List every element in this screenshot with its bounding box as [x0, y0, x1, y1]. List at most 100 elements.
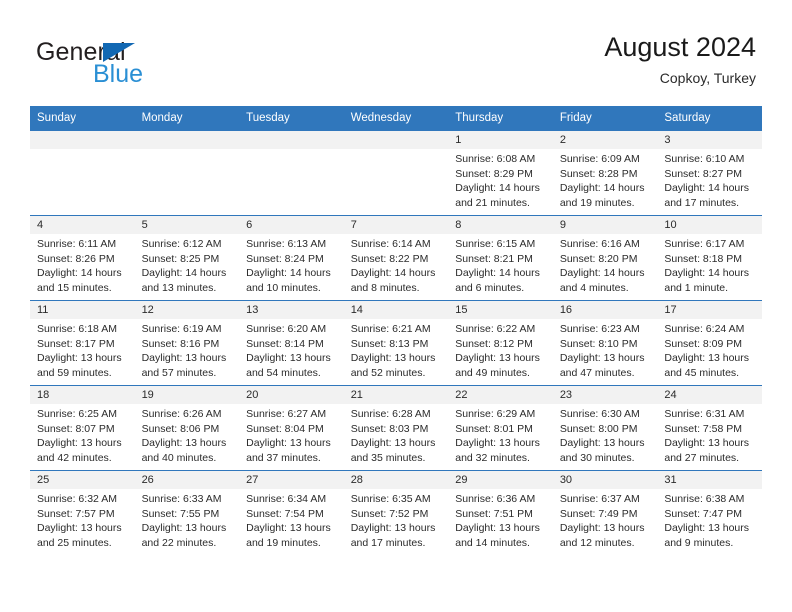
daylight-text-line2: and 32 minutes.: [455, 451, 530, 464]
calendar-day-cell[interactable]: 9 Sunrise: 6:16 AM Sunset: 8:20 PM Daylight…: [552, 215, 658, 301]
daylight-text-line2: and 40 minutes.: [141, 451, 217, 464]
calendar-day-cell[interactable]: 16 Sunrise: 6:23 AM Sunset: 8:10 PM Dayligh…: [552, 300, 658, 386]
calendar-day-cell[interactable]: 4 Sunrise: 6:11 AM Sunset: 8:26 PM Daylight…: [30, 215, 135, 301]
daylight-text-line2: and 25 minutes.: [37, 536, 112, 549]
calendar-week-row: 1 Sunrise: 6:08 AM Sunset: 8:29 PM Daylight…: [30, 131, 762, 216]
sunset-text: Sunset: 7:47 PM: [664, 507, 743, 520]
sunset-text: Sunset: 8:07 PM: [37, 422, 115, 435]
day-details: Sunrise: 6:35 AM Sunset: 7:52 PM Daylight:…: [344, 489, 449, 550]
day-details: Sunrise: 6:09 AM Sunset: 8:28 PM Daylight:…: [553, 149, 658, 210]
day-details: Sunrise: 6:30 AM Sunset: 8:00 PM Daylight:…: [553, 404, 658, 465]
day-number: 10: [657, 216, 762, 234]
day-number: 30: [552, 471, 658, 489]
weekday-header-wednesday: Wednesday: [343, 106, 449, 131]
calendar-day-cell[interactable]: 10 Sunrise: 6:17 AM Sunset: 8:18 PM Dayligh…: [657, 215, 762, 301]
calendar-table: Sunday Monday Tuesday Wednesday Thursday…: [30, 106, 762, 555]
calendar-day-cell[interactable]: 25 Sunrise: 6:32 AM Sunset: 7:57 PM Dayligh…: [30, 470, 135, 555]
day-details: Sunrise: 6:29 AM Sunset: 8:01 PM Daylight:…: [448, 404, 553, 465]
daylight-text-line1: Daylight: 13 hours: [350, 352, 436, 365]
sunrise-text: Sunrise: 6:28 AM: [350, 408, 431, 420]
calendar-day-cell[interactable]: 22 Sunrise: 6:29 AM Sunset: 8:01 PM Dayligh…: [448, 385, 553, 471]
day-number: 29: [448, 471, 553, 489]
calendar-day-cell[interactable]: 30 Sunrise: 6:37 AM Sunset: 7:49 PM Dayligh…: [552, 470, 658, 555]
calendar-day-cell[interactable]: 17 Sunrise: 6:24 AM Sunset: 8:09 PM Dayligh…: [657, 300, 762, 386]
logo-text-blue: Blue: [93, 60, 144, 88]
calendar-day-cell[interactable]: 27 Sunrise: 6:34 AM Sunset: 7:54 PM Dayligh…: [239, 470, 344, 555]
sunset-text: Sunset: 8:25 PM: [141, 252, 220, 265]
sunset-text: Sunset: 8:28 PM: [559, 167, 638, 180]
calendar-day-cell[interactable]: 11 Sunrise: 6:18 AM Sunset: 8:17 PM Dayligh…: [30, 300, 135, 386]
day-number: 24: [657, 386, 762, 404]
calendar-day-cell[interactable]: 26 Sunrise: 6:33 AM Sunset: 7:55 PM Dayligh…: [134, 470, 240, 555]
daylight-text-line2: and 19 minutes.: [559, 196, 635, 209]
sunrise-text: Sunrise: 6:09 AM: [559, 153, 640, 165]
page-title: August 2024: [604, 32, 756, 62]
sunrise-text: Sunrise: 6:38 AM: [664, 493, 745, 505]
calendar-header-row: Sunday Monday Tuesday Wednesday Thursday…: [30, 106, 762, 131]
calendar-day-cell[interactable]: 28 Sunrise: 6:35 AM Sunset: 7:52 PM Dayligh…: [343, 470, 449, 555]
sunrise-text: Sunrise: 6:33 AM: [141, 493, 222, 505]
calendar-day-cell[interactable]: 1 Sunrise: 6:08 AM Sunset: 8:29 PM Daylight…: [448, 131, 553, 216]
sunrise-text: Sunrise: 6:22 AM: [455, 323, 536, 335]
sunset-text: Sunset: 8:16 PM: [141, 337, 220, 350]
calendar-day-cell[interactable]: 23 Sunrise: 6:30 AM Sunset: 8:00 PM Dayligh…: [552, 385, 658, 471]
calendar-day-cell[interactable]: 31 Sunrise: 6:38 AM Sunset: 7:47 PM Dayligh…: [657, 470, 762, 555]
sunset-text: Sunset: 8:24 PM: [246, 252, 324, 265]
daylight-text-line2: and 12 minutes.: [559, 536, 635, 549]
day-number: [343, 131, 449, 149]
sunrise-text: Sunrise: 6:12 AM: [141, 238, 222, 250]
calendar-day-cell[interactable]: 13 Sunrise: 6:20 AM Sunset: 8:14 PM Dayligh…: [239, 300, 344, 386]
sunset-text: Sunset: 8:18 PM: [664, 252, 743, 265]
calendar-day-cell[interactable]: 7 Sunrise: 6:14 AM Sunset: 8:22 PM Daylight…: [343, 215, 449, 301]
sunrise-text: Sunrise: 6:14 AM: [350, 238, 431, 250]
calendar-day-cell[interactable]: 14 Sunrise: 6:21 AM Sunset: 8:13 PM Dayligh…: [343, 300, 449, 386]
weekday-header-sunday: Sunday: [30, 106, 135, 131]
daylight-text-line1: Daylight: 14 hours: [664, 182, 750, 195]
sunset-text: Sunset: 8:01 PM: [455, 422, 533, 435]
page-subtitle: Copkoy, Turkey: [659, 70, 756, 86]
sunset-text: Sunset: 7:55 PM: [141, 507, 220, 520]
sunrise-text: Sunrise: 6:19 AM: [141, 323, 222, 335]
sunrise-text: Sunrise: 6:32 AM: [37, 493, 117, 505]
daylight-text-line1: Daylight: 13 hours: [350, 437, 436, 450]
sunrise-text: Sunrise: 6:24 AM: [664, 323, 745, 335]
calendar-page: General Blue August 2024 Copkoy, Turkey …: [0, 0, 792, 612]
daylight-text-line1: Daylight: 13 hours: [455, 352, 540, 365]
calendar-day-cell[interactable]: 21 Sunrise: 6:28 AM Sunset: 8:03 PM Dayligh…: [343, 385, 449, 471]
calendar-day-cell[interactable]: 29 Sunrise: 6:36 AM Sunset: 7:51 PM Dayligh…: [448, 470, 553, 555]
daylight-text-line2: and 22 minutes.: [141, 536, 217, 549]
daylight-text-line2: and 45 minutes.: [664, 366, 740, 379]
daylight-text-line2: and 54 minutes.: [246, 366, 321, 379]
day-details: Sunrise: 6:16 AM Sunset: 8:20 PM Daylight:…: [553, 234, 658, 295]
daylight-text-line2: and 8 minutes.: [350, 281, 420, 294]
day-number: 27: [239, 471, 344, 489]
calendar-day-cell[interactable]: 6 Sunrise: 6:13 AM Sunset: 8:24 PM Daylight…: [239, 215, 344, 301]
sunrise-text: Sunrise: 6:31 AM: [664, 408, 745, 420]
daylight-text-line1: Daylight: 13 hours: [559, 522, 645, 535]
calendar-day-cell[interactable]: 3 Sunrise: 6:10 AM Sunset: 8:27 PM Daylight…: [657, 131, 762, 216]
calendar-day-cell[interactable]: 24 Sunrise: 6:31 AM Sunset: 7:58 PM Dayligh…: [657, 385, 762, 471]
sunrise-text: Sunrise: 6:34 AM: [246, 493, 327, 505]
day-details: Sunrise: 6:22 AM Sunset: 8:12 PM Daylight:…: [448, 319, 553, 380]
day-number: 19: [134, 386, 240, 404]
calendar-day-cell[interactable]: 8 Sunrise: 6:15 AM Sunset: 8:21 PM Daylight…: [448, 215, 553, 301]
sunset-text: Sunset: 8:06 PM: [141, 422, 220, 435]
day-details: Sunrise: 6:20 AM Sunset: 8:14 PM Daylight:…: [239, 319, 344, 380]
daylight-text-line1: Daylight: 13 hours: [455, 522, 540, 535]
calendar-day-cell[interactable]: 2 Sunrise: 6:09 AM Sunset: 8:28 PM Daylight…: [552, 131, 658, 216]
calendar-day-cell[interactable]: 5 Sunrise: 6:12 AM Sunset: 8:25 PM Daylight…: [134, 215, 240, 301]
daylight-text-line2: and 19 minutes.: [246, 536, 321, 549]
calendar-day-cell[interactable]: 20 Sunrise: 6:27 AM Sunset: 8:04 PM Dayligh…: [239, 385, 344, 471]
day-details: Sunrise: 6:19 AM Sunset: 8:16 PM Daylight:…: [135, 319, 240, 380]
calendar-day-cell[interactable]: 15 Sunrise: 6:22 AM Sunset: 8:12 PM Dayligh…: [448, 300, 553, 386]
daylight-text-line1: Daylight: 13 hours: [37, 437, 122, 450]
daylight-text-line1: Daylight: 14 hours: [246, 267, 331, 280]
sunrise-text: Sunrise: 6:21 AM: [350, 323, 431, 335]
calendar-day-cell[interactable]: 12 Sunrise: 6:19 AM Sunset: 8:16 PM Dayligh…: [134, 300, 240, 386]
calendar-week-row: 4 Sunrise: 6:11 AM Sunset: 8:26 PM Daylight…: [30, 215, 762, 301]
calendar-day-cell[interactable]: 18 Sunrise: 6:25 AM Sunset: 8:07 PM Dayligh…: [30, 385, 135, 471]
day-number: 31: [657, 471, 762, 489]
calendar-day-cell[interactable]: 19 Sunrise: 6:26 AM Sunset: 8:06 PM Dayligh…: [134, 385, 240, 471]
day-number: 9: [552, 216, 658, 234]
sunset-text: Sunset: 8:03 PM: [350, 422, 429, 435]
